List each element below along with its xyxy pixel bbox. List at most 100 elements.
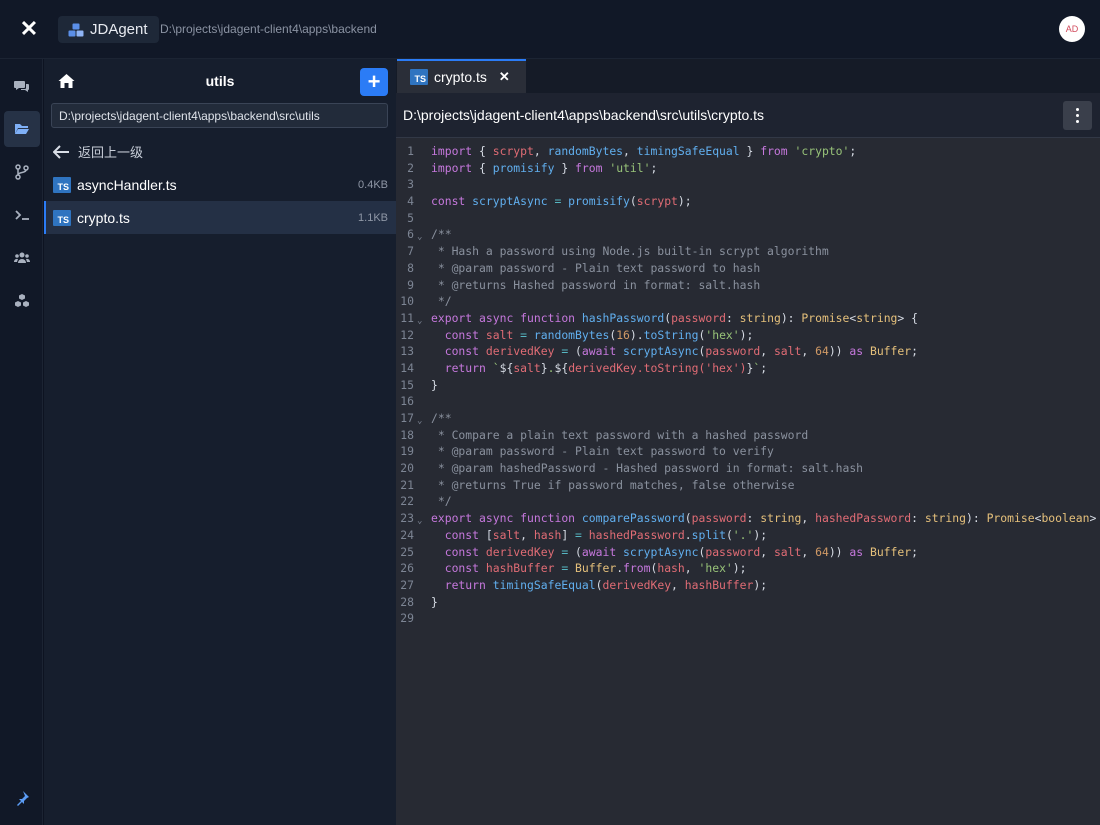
code-line: 28}	[396, 594, 1100, 611]
file-name: asyncHandler.ts	[77, 176, 177, 193]
file-item[interactable]: TS asyncHandler.ts 0.4KB	[44, 168, 396, 201]
code-line: 12 const salt = randomBytes(16).toString…	[396, 327, 1100, 344]
line-number: 25	[400, 544, 414, 559]
line-number: 11	[400, 310, 414, 325]
code-text: const hashBuffer = Buffer.from(hash, 'he…	[444, 561, 747, 576]
brand-badge[interactable]: JDAgent	[58, 16, 159, 43]
code-line: 14 return `${salt}.${derivedKey.toString…	[396, 360, 1100, 377]
code-line: 17 ⌄/**	[396, 410, 1100, 427]
code-text: * @param hashedPassword - Hashed passwor…	[431, 461, 864, 476]
file-item-selected[interactable]: TS crypto.ts 1.1KB	[44, 201, 396, 234]
code-line: 20 * @param hashedPassword - Hashed pass…	[396, 460, 1100, 477]
code-line: 7 * Hash a password using Node.js built-…	[396, 243, 1100, 260]
code-line: 2 import { promisify } from 'util';	[396, 160, 1100, 177]
code-line: 15}	[396, 377, 1100, 394]
rail-terminal[interactable]	[4, 197, 40, 233]
code-line: 27 return timingSafeEqual(derivedKey, ha…	[396, 577, 1100, 594]
code-text: */	[431, 294, 452, 309]
line-number: 13	[400, 344, 414, 359]
project-path: D:\projects\jdagent-client4\apps\backend	[160, 22, 377, 36]
rail-files[interactable]	[4, 111, 40, 147]
code-text: const salt = randomBytes(16).toString('h…	[444, 327, 754, 342]
line-number: 12	[400, 327, 414, 342]
code-line: 16	[396, 393, 1100, 410]
pin-icon	[17, 791, 29, 806]
code-line: 4 const scryptAsync = promisify(scrypt);	[396, 193, 1100, 210]
rail-git[interactable]	[4, 154, 40, 190]
line-number: 24	[400, 527, 414, 542]
line-number: 8	[407, 260, 414, 275]
code-line: 1 import { scrypt, randomBytes, timingSaf…	[396, 143, 1100, 160]
file-path-bar: D:\projects\jdagent-client4\apps\backend…	[396, 93, 1100, 138]
code-line: 9 * @returns Hashed password in format: …	[396, 277, 1100, 294]
rail-modules[interactable]	[4, 283, 40, 319]
app-window: ✕ JDAgent D:\projects\jdagent-client4\ap…	[0, 0, 1100, 825]
typescript-file-icon: TS	[53, 176, 71, 193]
folder-icon	[15, 124, 29, 134]
line-number: 20	[400, 461, 414, 476]
file-size: 1.1KB	[358, 211, 388, 224]
rail-chat[interactable]	[4, 68, 40, 104]
terminal-icon	[15, 210, 29, 220]
line-number: 5	[407, 210, 414, 225]
arrow-left-icon	[53, 144, 69, 159]
code-text: * Hash a password using Node.js built-in…	[431, 244, 829, 259]
code-text: }	[431, 594, 438, 609]
back-label: 返回上一级	[78, 145, 144, 160]
code-text: /**	[431, 411, 452, 425]
line-number: 16	[400, 394, 414, 409]
code-line: 26 const hashBuffer = Buffer.from(hash, …	[396, 560, 1100, 577]
typescript-file-icon: TS	[410, 69, 428, 85]
line-number: 9	[407, 277, 414, 292]
code-text: * @returns True if password matches, fal…	[431, 477, 795, 492]
line-number: 14	[400, 360, 414, 375]
tab-crypto-ts[interactable]: TS crypto.ts ✕	[397, 59, 526, 93]
code-text: */	[431, 494, 452, 509]
close-icon[interactable]: ✕	[16, 16, 42, 42]
code-text: import { promisify } from 'util';	[431, 160, 658, 175]
code-line: 18 * Compare a plain text password with …	[396, 427, 1100, 444]
path-input[interactable]	[51, 103, 388, 128]
line-number: 4	[407, 194, 414, 209]
back-to-parent[interactable]: 返回上一级	[44, 135, 396, 168]
line-number: 1	[407, 144, 414, 158]
rail-users[interactable]	[4, 240, 40, 276]
code-text: const derivedKey = (await scryptAsync(pa…	[444, 344, 918, 359]
brand-name: JDAgent	[90, 21, 148, 38]
code-line: 5	[396, 210, 1100, 227]
code-text: /**	[431, 227, 452, 242]
activity-rail	[0, 59, 43, 825]
code-line: 13 const derivedKey = (await scryptAsync…	[396, 343, 1100, 360]
add-button[interactable]: +	[360, 68, 388, 96]
code-editor: TS crypto.ts ✕ D:\projects\jdagent-clien…	[396, 59, 1100, 825]
file-size: 0.4KB	[358, 178, 388, 191]
code-text: const [salt, hash] = hashedPassword.spli…	[444, 527, 768, 542]
line-number: 21	[400, 477, 414, 492]
code-text: export async function comparePassword(pa…	[431, 511, 1097, 526]
code-line: 21 * @returns True if password matches, …	[396, 477, 1100, 494]
code-line: 10 */	[396, 293, 1100, 310]
tab-label: crypto.ts	[434, 69, 487, 85]
line-number: 3	[407, 177, 414, 192]
code-text: const derivedKey = (await scryptAsync(pa…	[444, 544, 918, 559]
code-area[interactable]: 1 import { scrypt, randomBytes, timingSaf…	[396, 143, 1100, 627]
chat-icon	[14, 81, 29, 92]
line-number: 28	[400, 594, 414, 609]
more-options-button[interactable]	[1063, 101, 1092, 130]
code-line: 3	[396, 176, 1100, 193]
line-number: 17	[400, 411, 414, 425]
code-text: }	[431, 377, 438, 392]
file-name: crypto.ts	[77, 209, 130, 226]
line-number: 19	[400, 444, 414, 459]
code-line: 19 * @param password - Plain text passwo…	[396, 443, 1100, 460]
avatar[interactable]: AD	[1059, 16, 1085, 42]
close-tab-icon[interactable]: ✕	[499, 69, 510, 85]
top-bar: ✕ JDAgent D:\projects\jdagent-client4\ap…	[0, 0, 1100, 59]
line-number: 18	[400, 427, 414, 442]
line-number: 10	[400, 294, 414, 309]
rail-pin[interactable]	[4, 780, 40, 816]
code-text: export async function hashPassword(passw…	[431, 310, 918, 325]
code-line: 29	[396, 610, 1100, 627]
line-number: 6	[407, 227, 414, 242]
cubes-icon	[15, 294, 29, 307]
